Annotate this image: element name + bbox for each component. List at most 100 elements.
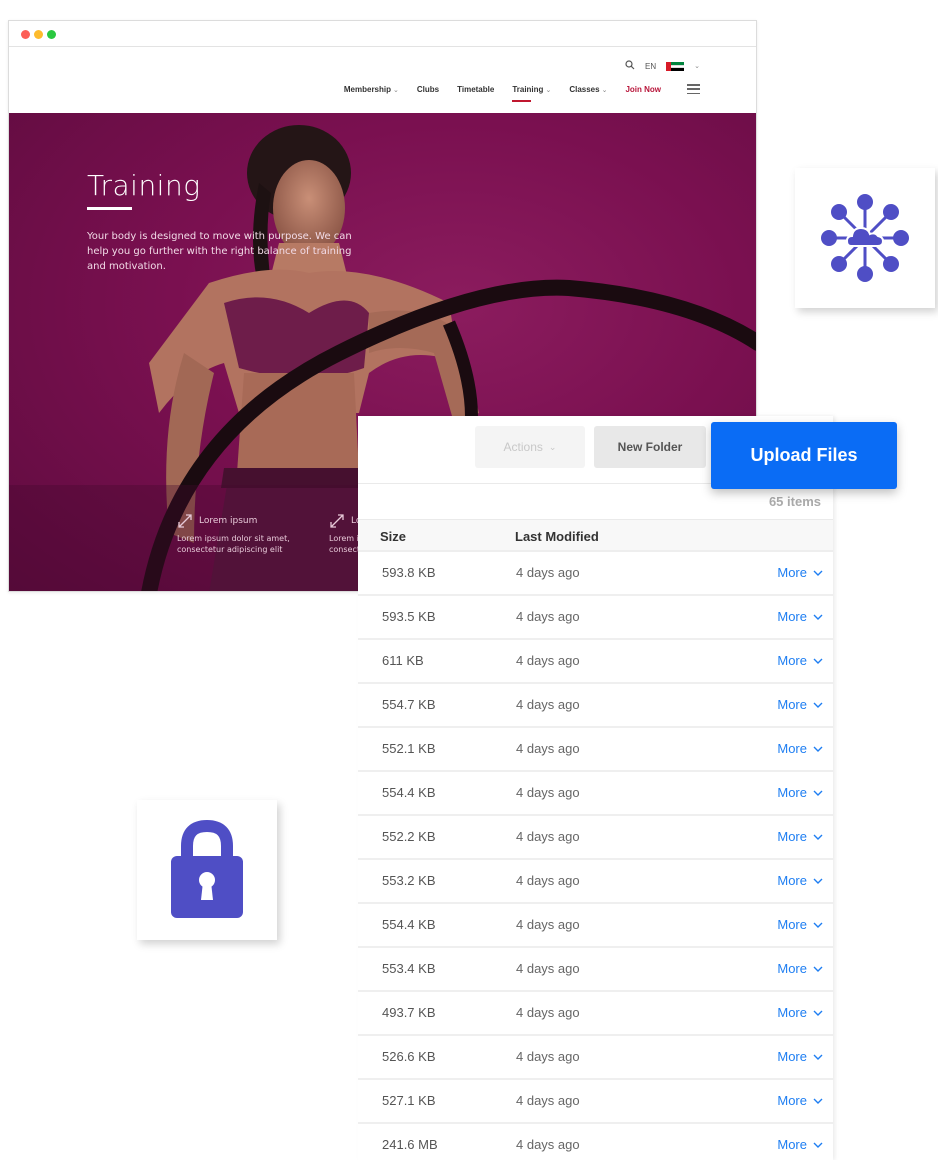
- item-count: 65 items: [768, 494, 821, 509]
- file-row[interactable]: 493.7 KB 4 days ago More: [358, 992, 833, 1036]
- file-size: 527.1 KB: [382, 1093, 436, 1108]
- nav-item-classes[interactable]: Classes ⌄: [569, 85, 607, 94]
- uae-flag-icon[interactable]: [666, 61, 685, 71]
- file-row[interactable]: 553.2 KB 4 days ago More: [358, 860, 833, 904]
- new-folder-label: New Folder: [617, 440, 683, 454]
- more-dropdown-button[interactable]: More: [777, 917, 823, 932]
- column-header-size[interactable]: Size: [380, 529, 406, 544]
- chevron-down-icon[interactable]: ⌄: [694, 62, 700, 70]
- column-header-last-modified[interactable]: Last Modified: [515, 529, 599, 544]
- more-dropdown-button[interactable]: More: [777, 609, 823, 624]
- feature-body: Lorem ipsum dolor sit amet, consectetur …: [177, 534, 290, 554]
- chevron-down-icon: [813, 922, 823, 928]
- hamburger-menu-icon[interactable]: [687, 84, 700, 94]
- nav-item-clubs[interactable]: Clubs: [417, 85, 439, 94]
- padlock-icon: [171, 819, 243, 918]
- security-tile: [137, 800, 277, 940]
- more-label: More: [777, 785, 807, 800]
- actions-dropdown-button[interactable]: Actions ⌄: [475, 426, 585, 468]
- more-label: More: [777, 917, 807, 932]
- file-row[interactable]: 554.4 KB 4 days ago More: [358, 772, 833, 816]
- more-dropdown-button[interactable]: More: [777, 697, 823, 712]
- nav-item-membership[interactable]: Membership ⌄: [344, 85, 399, 94]
- file-row[interactable]: 611 KB 4 days ago More: [358, 640, 833, 684]
- more-dropdown-button[interactable]: More: [777, 653, 823, 668]
- search-icon[interactable]: [625, 60, 635, 72]
- more-dropdown-button[interactable]: More: [777, 961, 823, 976]
- nav-item-label: Membership: [343, 84, 391, 94]
- more-label: More: [777, 609, 807, 624]
- more-dropdown-button[interactable]: More: [777, 1093, 823, 1108]
- file-row[interactable]: 593.5 KB 4 days ago More: [358, 596, 833, 640]
- join-now-link[interactable]: Join Now: [625, 85, 661, 94]
- chevron-down-icon: [813, 614, 823, 620]
- more-label: More: [777, 741, 807, 756]
- file-row[interactable]: 527.1 KB 4 days ago More: [358, 1080, 833, 1124]
- minimize-window-dot[interactable]: [34, 30, 43, 39]
- file-size: 553.2 KB: [382, 873, 436, 888]
- browser-titlebar: [9, 21, 756, 47]
- file-row[interactable]: 552.1 KB 4 days ago More: [358, 728, 833, 772]
- file-row[interactable]: 593.8 KB 4 days ago More: [358, 552, 833, 596]
- file-size: 241.6 MB: [382, 1137, 438, 1152]
- more-label: More: [777, 873, 807, 888]
- file-last-modified: 4 days ago: [516, 653, 580, 668]
- more-dropdown-button[interactable]: More: [777, 1137, 823, 1152]
- chevron-down-icon: ⌄: [548, 441, 557, 452]
- file-row[interactable]: 552.2 KB 4 days ago More: [358, 816, 833, 860]
- more-dropdown-button[interactable]: More: [777, 1005, 823, 1020]
- chevron-down-icon: [813, 878, 823, 884]
- table-header: Size Last Modified: [358, 520, 833, 552]
- file-size: 552.1 KB: [382, 741, 436, 756]
- file-last-modified: 4 days ago: [516, 873, 580, 888]
- more-dropdown-button[interactable]: More: [777, 873, 823, 888]
- network-tile: [795, 168, 935, 308]
- utility-bar: EN ⌄: [625, 60, 700, 72]
- file-size: 493.7 KB: [382, 1005, 436, 1020]
- file-size: 554.4 KB: [382, 785, 436, 800]
- file-size: 554.4 KB: [382, 917, 436, 932]
- chevron-down-icon: ⌄: [393, 86, 399, 94]
- feature-title: Lorem ipsum: [199, 515, 258, 526]
- file-last-modified: 4 days ago: [516, 785, 580, 800]
- file-size: 526.6 KB: [382, 1049, 436, 1064]
- hero-title-underline: [87, 207, 132, 210]
- nav-item-label: Timetable: [457, 84, 495, 94]
- file-last-modified: 4 days ago: [516, 1049, 580, 1064]
- file-manager-panel: Actions ⌄ New Folder 65 items Size Last …: [358, 416, 833, 1160]
- file-last-modified: 4 days ago: [516, 697, 580, 712]
- more-label: More: [777, 829, 807, 844]
- more-dropdown-button[interactable]: More: [777, 785, 823, 800]
- new-folder-button[interactable]: New Folder: [594, 426, 706, 468]
- file-row[interactable]: 241.6 MB 4 days ago More: [358, 1124, 833, 1160]
- file-row[interactable]: 554.4 KB 4 days ago More: [358, 904, 833, 948]
- file-row[interactable]: 554.7 KB 4 days ago More: [358, 684, 833, 728]
- more-label: More: [777, 1093, 807, 1108]
- feature-item[interactable]: Lorem ipsum Lorem ipsum dolor sit amet, …: [177, 513, 307, 555]
- nav-item-label: Classes: [569, 84, 600, 94]
- more-dropdown-button[interactable]: More: [777, 741, 823, 756]
- maximize-window-dot[interactable]: [47, 30, 56, 39]
- file-row[interactable]: 526.6 KB 4 days ago More: [358, 1036, 833, 1080]
- file-size: 593.5 KB: [382, 609, 436, 624]
- nav-item-label: Training: [512, 84, 544, 94]
- more-dropdown-button[interactable]: More: [777, 829, 823, 844]
- language-selector[interactable]: EN: [645, 62, 656, 71]
- more-dropdown-button[interactable]: More: [777, 1049, 823, 1064]
- more-label: More: [777, 1049, 807, 1064]
- more-dropdown-button[interactable]: More: [777, 565, 823, 580]
- file-last-modified: 4 days ago: [516, 961, 580, 976]
- file-row[interactable]: 553.4 KB 4 days ago More: [358, 948, 833, 992]
- chevron-down-icon: [813, 834, 823, 840]
- file-last-modified: 4 days ago: [516, 917, 580, 932]
- upload-files-button[interactable]: Upload Files: [711, 422, 897, 489]
- file-size: 552.2 KB: [382, 829, 436, 844]
- chevron-down-icon: [813, 702, 823, 708]
- cloud-network-icon: [821, 194, 909, 282]
- chevron-down-icon: [813, 746, 823, 752]
- nav-item-training[interactable]: Training ⌄: [512, 84, 552, 102]
- nav-item-timetable[interactable]: Timetable: [457, 85, 494, 94]
- close-window-dot[interactable]: [21, 30, 30, 39]
- chevron-down-icon: ⌄: [545, 86, 552, 94]
- item-count-row: 65 items: [358, 484, 833, 520]
